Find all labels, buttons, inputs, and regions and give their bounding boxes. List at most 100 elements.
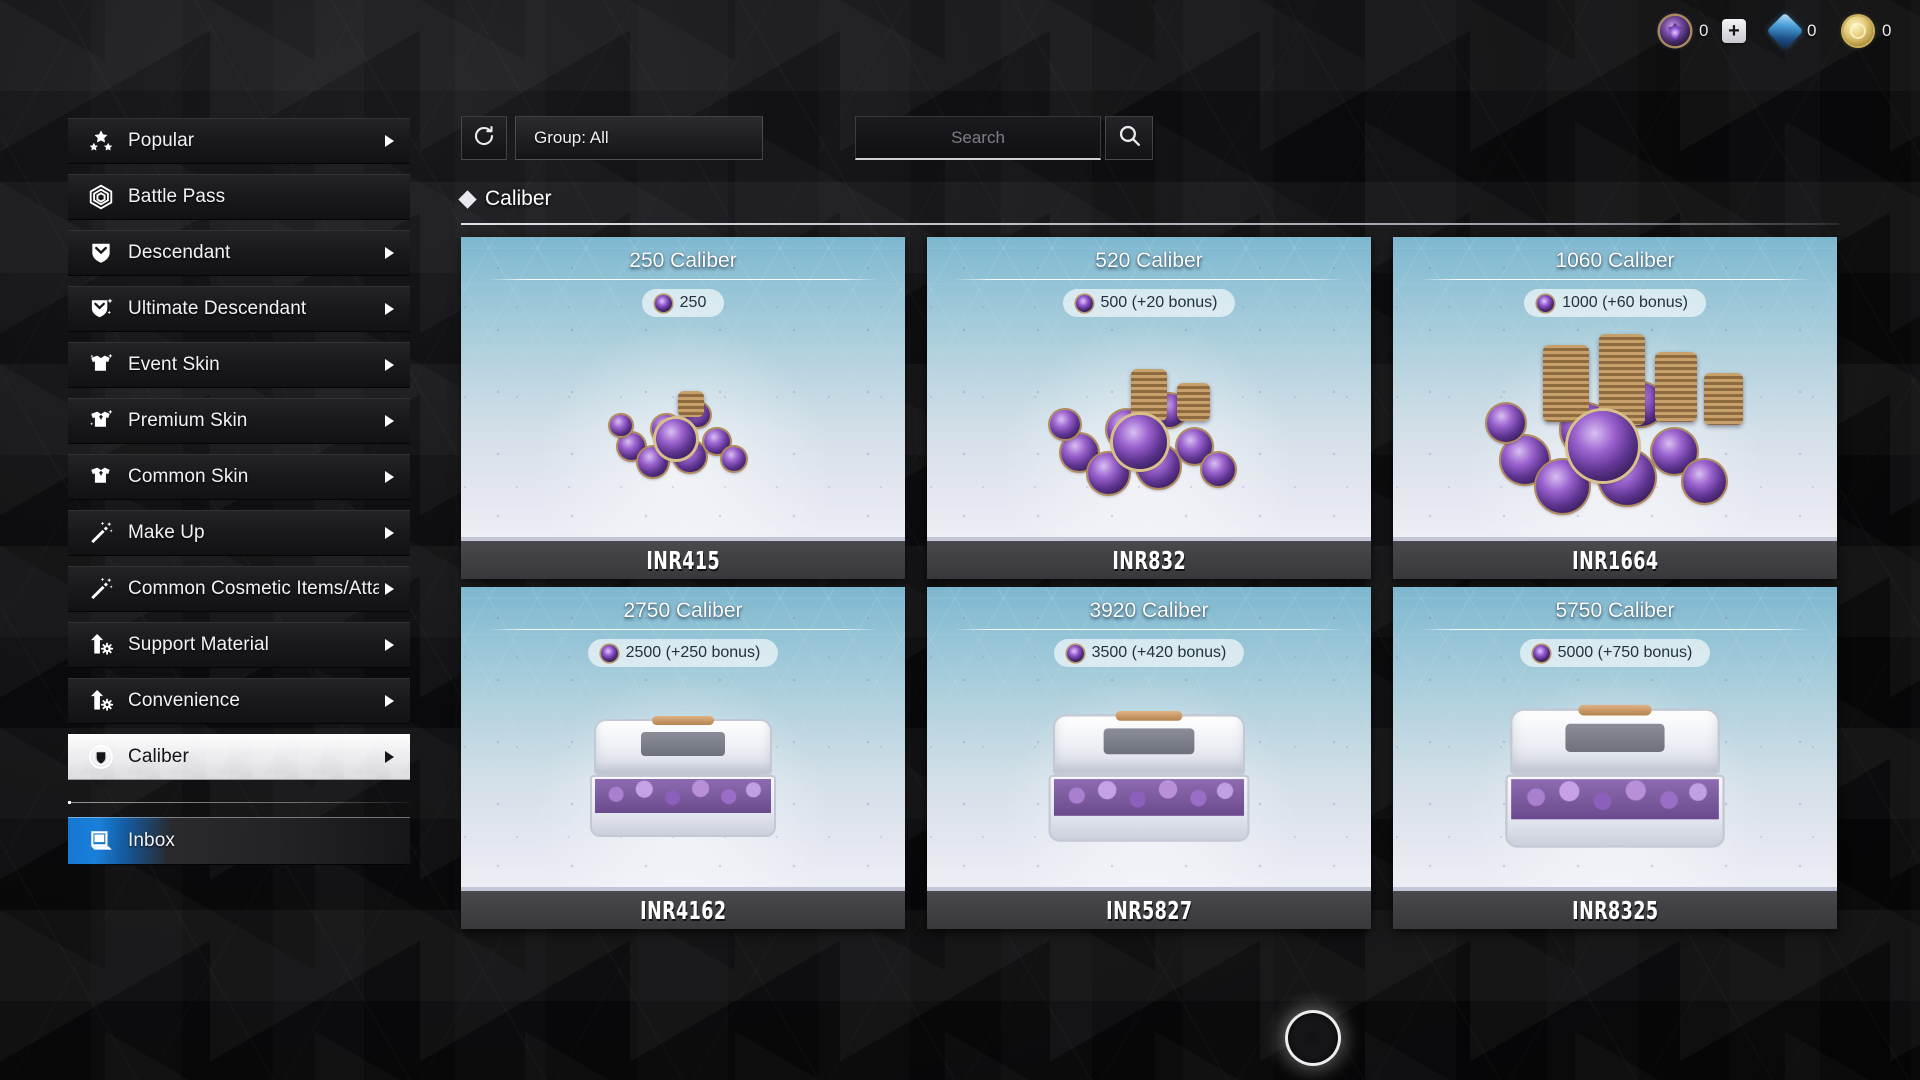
sidebar-item-label: Event Skin — [128, 354, 220, 375]
caliber-coin-icon — [1066, 644, 1084, 662]
chest-coin-fill — [1053, 779, 1245, 816]
search-button[interactable] — [1105, 116, 1153, 160]
product-amount-label: 5000 (+750 bonus) — [1557, 644, 1693, 661]
chest-lid — [1509, 704, 1721, 775]
product-art-container — [1393, 323, 1837, 533]
magic-wand-icon — [88, 520, 114, 546]
chevron-right-icon — [385, 527, 394, 539]
store-toolbar: Group: All — [461, 116, 1153, 160]
diamond-icon — [458, 189, 477, 209]
chest-coin-fill — [595, 779, 771, 813]
add-currency-button[interactable]: + — [1722, 19, 1746, 43]
product-price-bar[interactable]: INR4162 — [461, 887, 905, 929]
section-header: Caliber — [458, 187, 552, 211]
product-card[interactable]: 3920 Caliber 3500 (+420 bonus) INR5827 — [927, 587, 1371, 929]
sidebar-item-battle-pass[interactable]: Battle Pass — [68, 174, 410, 220]
chest-base — [1505, 774, 1725, 848]
coin-stack — [1704, 372, 1743, 426]
product-title: 5750 Caliber — [1555, 599, 1675, 622]
product-card[interactable]: 5750 Caliber 5000 (+750 bonus) INR8325 — [1393, 587, 1837, 929]
shield-chevron-icon — [88, 240, 114, 266]
product-price: INR1664 — [1571, 545, 1659, 575]
refresh-button[interactable] — [461, 116, 507, 160]
sidebar-item-popular[interactable]: Popular — [68, 118, 410, 164]
sidebar-item-common-cosmetic-items-atta[interactable]: Common Cosmetic Items/Atta — [68, 566, 410, 612]
search-input[interactable] — [856, 117, 1100, 158]
sidebar-item-descendant[interactable]: Descendant — [68, 230, 410, 276]
caliber-coin-icon — [1532, 644, 1550, 662]
chevron-right-icon — [385, 751, 394, 763]
chest-lid — [1052, 711, 1246, 775]
product-price: INR832 — [1112, 545, 1186, 575]
product-card[interactable]: 2750 Caliber 2500 (+250 bonus) INR4162 — [461, 587, 905, 929]
sidebar-item-label: Convenience — [128, 690, 241, 711]
product-artwork — [1048, 364, 1251, 494]
product-title: 2750 Caliber — [623, 599, 743, 622]
sidebar-item-label: Battle Pass — [128, 186, 226, 207]
coin-stack — [678, 390, 704, 417]
shield-chevron-sparkle-icon — [88, 296, 114, 322]
product-amount-row: 3500 (+420 bonus) — [927, 630, 1371, 667]
chest-lid — [594, 716, 772, 775]
sidebar-item-make-up[interactable]: Make Up — [68, 510, 410, 556]
chest-handle — [651, 716, 715, 725]
coin-stack — [1177, 382, 1210, 421]
product-price-bar[interactable]: INR8325 — [1393, 887, 1837, 929]
product-price: INR415 — [646, 545, 720, 575]
caliber-coin-icon — [1075, 294, 1093, 312]
caliber-coin — [722, 446, 747, 471]
caliber-coin-hero — [1567, 411, 1638, 482]
category-list: Popular Battle Pass Descendant Ultimate Des… — [68, 118, 410, 780]
product-art-container — [1393, 673, 1837, 883]
chevron-right-icon — [385, 471, 394, 483]
product-price-bar[interactable]: INR5827 — [927, 887, 1371, 929]
product-card[interactable]: 520 Caliber 500 (+20 bonus) INR832 — [927, 237, 1371, 579]
group-filter-label: Group: All — [534, 128, 609, 147]
caliber-coin-icon — [1660, 16, 1690, 46]
sidebar-item-label: Ultimate Descendant — [128, 298, 307, 319]
product-amount-label: 2500 (+250 bonus) — [625, 644, 761, 661]
currency-1: 0 + — [1660, 16, 1746, 46]
group-filter-dropdown[interactable]: Group: All — [515, 116, 763, 160]
product-price-bar[interactable]: INR1664 — [1393, 537, 1837, 579]
chevron-right-icon — [385, 415, 394, 427]
shirt-gem-sparkle-icon — [88, 408, 114, 434]
product-card-body: 3920 Caliber 3500 (+420 bonus) — [927, 587, 1371, 887]
sidebar-item-caliber[interactable]: Caliber — [68, 734, 410, 780]
search-icon — [1117, 123, 1142, 153]
chevron-right-icon — [385, 135, 394, 147]
product-amount-row: 2500 (+250 bonus) — [461, 630, 905, 667]
currency-value: 0 — [1699, 21, 1709, 40]
search-field-wrapper[interactable] — [855, 116, 1101, 160]
sidebar-item-ultimate-descendant[interactable]: Ultimate Descendant — [68, 286, 410, 332]
product-amount-badge: 5000 (+750 bonus) — [1519, 639, 1711, 667]
product-artwork — [608, 381, 758, 477]
sidebar-item-event-skin[interactable]: Event Skin — [68, 342, 410, 388]
product-title: 1060 Caliber — [1555, 249, 1675, 272]
shirt-icon — [88, 464, 114, 490]
product-artwork — [1484, 334, 1747, 514]
product-card-body: 520 Caliber 500 (+20 bonus) — [927, 237, 1371, 537]
chevron-right-icon — [385, 695, 394, 707]
refresh-icon — [472, 124, 496, 153]
currency-3: 0 — [1843, 16, 1892, 46]
sidebar-item-common-skin[interactable]: Common Skin — [68, 454, 410, 500]
product-price-bar[interactable]: INR415 — [461, 537, 905, 579]
chest-handle — [1578, 704, 1652, 716]
product-price-bar[interactable]: INR832 — [927, 537, 1371, 579]
sidebar-item-premium-skin[interactable]: Premium Skin — [68, 398, 410, 444]
currency-bar: 0 +0 0 — [1634, 0, 1920, 62]
sidebar-item-inbox[interactable]: Inbox — [68, 817, 410, 865]
sidebar-item-support-material[interactable]: Support Material — [68, 622, 410, 668]
caliber-coin — [1683, 460, 1727, 504]
sidebar-item-convenience[interactable]: Convenience — [68, 678, 410, 724]
product-card[interactable]: 250 Caliber 250 INR415 — [461, 237, 905, 579]
caliber-coin — [1487, 404, 1526, 443]
product-amount-row: 1000 (+60 bonus) — [1393, 280, 1837, 317]
product-grid: 250 Caliber 250 INR415 520 Caliber 500 (+20 … — [461, 237, 1843, 929]
coin-stack — [1131, 369, 1167, 421]
product-card[interactable]: 1060 Caliber 1000 (+60 bonus) INR1664 — [1393, 237, 1837, 579]
currency-value: 0 — [1807, 21, 1817, 40]
product-art-container — [927, 673, 1371, 883]
caliber-coin-icon — [1537, 294, 1555, 312]
